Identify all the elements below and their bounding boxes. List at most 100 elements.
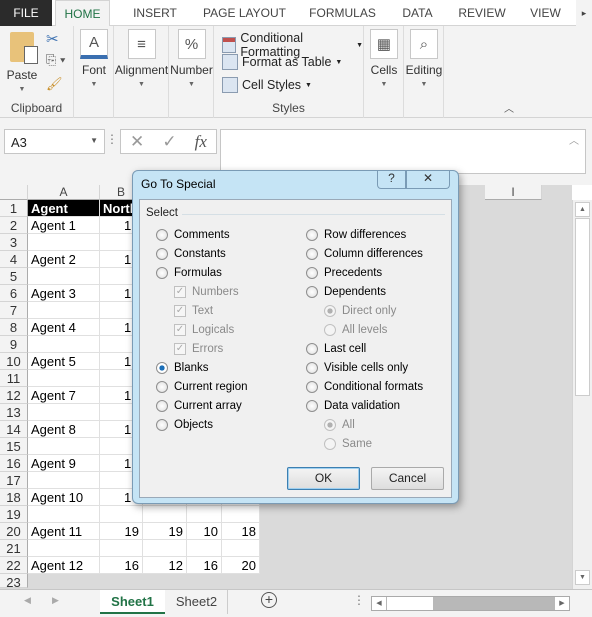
option-current-region[interactable]: Current region xyxy=(156,381,248,393)
scroll-down-icon[interactable]: ▼ xyxy=(575,570,590,585)
number-button[interactable]: % Number ▼ xyxy=(169,29,214,88)
tab-view[interactable]: VIEW xyxy=(518,0,573,26)
tab-split-grip-icon[interactable]: ⋮ xyxy=(353,593,365,607)
row-header-4[interactable]: 4 xyxy=(0,251,28,268)
row-header-11[interactable]: 11 xyxy=(0,370,28,387)
expand-formula-bar-icon[interactable]: ︿ xyxy=(569,132,579,147)
cell-a4[interactable]: Agent 2 xyxy=(28,251,100,268)
option-objects[interactable]: Objects xyxy=(156,419,213,431)
cell-c22[interactable]: 12 xyxy=(143,557,187,574)
option-dependents[interactable]: Dependents xyxy=(306,286,386,298)
radio-icon[interactable] xyxy=(306,343,318,355)
cell-a15[interactable] xyxy=(28,438,100,455)
cell-a14[interactable]: Agent 8 xyxy=(28,421,100,438)
cell-a17[interactable] xyxy=(28,472,100,489)
formula-bar-grip-icon[interactable]: ⋮ xyxy=(106,132,118,146)
sheet-tab-sheet1[interactable]: Sheet1 xyxy=(100,590,165,614)
cell-b21[interactable] xyxy=(100,540,143,557)
cell-a16[interactable]: Agent 9 xyxy=(28,455,100,472)
row-header-21[interactable]: 21 xyxy=(0,540,28,557)
scroll-tabs-right-icon[interactable]: ▸ xyxy=(576,0,592,26)
tab-file[interactable]: FILE xyxy=(0,0,52,26)
radio-icon[interactable] xyxy=(156,419,168,431)
tab-page-layout[interactable]: PAGE LAYOUT xyxy=(192,0,297,26)
row-header-17[interactable]: 17 xyxy=(0,472,28,489)
cell-b19[interactable] xyxy=(100,506,143,523)
sheet-tab-sheet2[interactable]: Sheet2 xyxy=(166,590,228,614)
radio-icon[interactable] xyxy=(156,267,168,279)
scroll-right-icon[interactable]: ▶ xyxy=(555,597,569,610)
radio-icon[interactable] xyxy=(306,286,318,298)
column-header-i[interactable]: I xyxy=(485,185,542,200)
row-header-12[interactable]: 12 xyxy=(0,387,28,404)
font-button[interactable]: A Font ▼ xyxy=(78,29,110,88)
cell-a13[interactable] xyxy=(28,404,100,421)
radio-icon[interactable] xyxy=(306,248,318,260)
scroll-left-icon[interactable]: ◀ xyxy=(372,597,386,610)
vertical-scroll-thumb[interactable] xyxy=(575,218,590,396)
horizontal-scroll-thumb[interactable] xyxy=(387,597,433,610)
row-header-15[interactable]: 15 xyxy=(0,438,28,455)
option-blanks[interactable]: Blanks xyxy=(156,362,209,374)
cell-a8[interactable]: Agent 4 xyxy=(28,319,100,336)
radio-icon[interactable] xyxy=(306,267,318,279)
radio-icon[interactable] xyxy=(156,248,168,260)
option-row-differences[interactable]: Row differences xyxy=(306,229,406,241)
vertical-scrollbar[interactable]: ▲ ▼ xyxy=(572,200,592,589)
cell-c19[interactable] xyxy=(143,506,187,523)
tab-review[interactable]: REVIEW xyxy=(450,0,514,26)
cell-a12[interactable]: Agent 7 xyxy=(28,387,100,404)
cell-d20[interactable]: 10 xyxy=(187,523,222,540)
row-header-20[interactable]: 20 xyxy=(0,523,28,540)
tab-data[interactable]: DATA xyxy=(390,0,445,26)
help-button[interactable]: ? xyxy=(377,171,406,189)
cancel-icon[interactable]: ✕ xyxy=(130,132,144,152)
select-all-corner[interactable] xyxy=(0,185,28,200)
row-header-16[interactable]: 16 xyxy=(0,455,28,472)
option-current-array[interactable]: Current array xyxy=(156,400,242,412)
chevron-down-icon[interactable]: ▼ xyxy=(90,136,98,145)
cell-c21[interactable] xyxy=(143,540,187,557)
option-column-differences[interactable]: Column differences xyxy=(306,248,423,260)
collapse-ribbon-icon[interactable]: ︿ xyxy=(504,100,514,115)
radio-icon[interactable] xyxy=(306,381,318,393)
radio-icon[interactable] xyxy=(156,400,168,412)
option-precedents[interactable]: Precedents xyxy=(306,267,382,279)
radio-icon[interactable] xyxy=(306,229,318,241)
cell-a18[interactable]: Agent 10 xyxy=(28,489,100,506)
row-header-2[interactable]: 2 xyxy=(0,217,28,234)
cell-a20[interactable]: Agent 11 xyxy=(28,523,100,540)
header-cell-agent[interactable]: Agent xyxy=(28,200,100,217)
option-formulas[interactable]: Formulas xyxy=(156,267,222,279)
close-button[interactable]: ✕ xyxy=(406,171,450,189)
row-header-13[interactable]: 13 xyxy=(0,404,28,421)
row-header-8[interactable]: 8 xyxy=(0,319,28,336)
row-header-9[interactable]: 9 xyxy=(0,336,28,353)
tab-formulas[interactable]: FORMULAS xyxy=(300,0,385,26)
editing-button[interactable]: ⌕ Editing ▼ xyxy=(404,29,444,88)
cell-a2[interactable]: Agent 1 xyxy=(28,217,100,234)
radio-icon[interactable] xyxy=(156,229,168,241)
row-header-1[interactable]: 1 xyxy=(0,200,28,217)
enter-icon[interactable]: ✓ xyxy=(162,132,176,152)
cell-a5[interactable] xyxy=(28,268,100,285)
alignment-button[interactable]: ≡ Alignment ▼ xyxy=(114,29,169,88)
row-header-6[interactable]: 6 xyxy=(0,285,28,302)
radio-icon[interactable] xyxy=(306,362,318,374)
option-conditional-formats[interactable]: Conditional formats xyxy=(306,381,423,393)
name-box[interactable]: A3 ▼ xyxy=(4,129,105,154)
scroll-up-icon[interactable]: ▲ xyxy=(575,202,590,217)
format-as-table-button[interactable]: Format as Table ▼ xyxy=(222,54,342,70)
cell-e21[interactable] xyxy=(222,540,260,557)
row-header-3[interactable]: 3 xyxy=(0,234,28,251)
cancel-button[interactable]: Cancel xyxy=(371,467,444,490)
row-header-22[interactable]: 22 xyxy=(0,557,28,574)
option-last-cell[interactable]: Last cell xyxy=(306,343,366,355)
tab-home[interactable]: HOME xyxy=(55,0,110,27)
paste-button[interactable]: Paste ▼ xyxy=(6,32,38,93)
cell-a19[interactable] xyxy=(28,506,100,523)
row-header-14[interactable]: 14 xyxy=(0,421,28,438)
radio-icon[interactable] xyxy=(156,362,168,374)
row-header-23[interactable]: 23 xyxy=(0,574,28,590)
cell-a21[interactable] xyxy=(28,540,100,557)
